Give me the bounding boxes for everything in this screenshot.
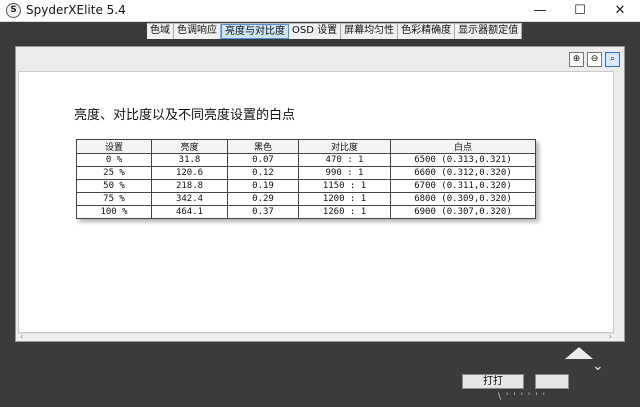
scroll-right-icon[interactable]: › [609, 332, 612, 341]
report-heading: 亮度、对比度以及不同亮度设置的白点 [74, 108, 296, 123]
secondary-button[interactable] [535, 374, 569, 389]
close-button[interactable]: ✕ [600, 0, 640, 22]
tab-1[interactable]: 色调响应 [174, 24, 221, 39]
chevron-down-icon: ⌄ [592, 358, 604, 374]
table-cell: 0.37 [227, 205, 299, 219]
tab-6[interactable]: 显示器额定值 [455, 24, 523, 39]
report-canvas: 亮度、对比度以及不同亮度设置的白点 设置 亮度 黑色 对比度 白点 0 % 31.8 0.0… [18, 71, 614, 333]
horizontal-scrollbar[interactable]: ‹ › [18, 332, 614, 341]
window-title: SpyderXElite 5.4 [26, 3, 126, 17]
title-bar: S SpyderXElite 5.4 — ☐ ✕ [0, 0, 640, 22]
zoom-toolbar: ⊕ ⊖ ⌕ [569, 52, 620, 67]
table-cell: 120.6 [151, 166, 228, 180]
column-header: 对比度 [298, 139, 391, 154]
table-cell: 31.8 [151, 153, 228, 167]
table-cell: 342.4 [151, 192, 228, 206]
table-cell: 1200 : 1 [298, 192, 391, 206]
table-cell: 6900 (0.307,0.320) [390, 205, 536, 219]
tab-strip: 色域 色调响应 亮度与对比度 OSD 设置 屏幕均匀性 色彩精确度 显示器额定值 [147, 23, 523, 39]
table-cell: 1260 : 1 [298, 205, 391, 219]
table-row: 75 % 342.4 0.29 1200 : 1 6800 (0.309,0.320) [76, 192, 536, 206]
table-cell: 990 : 1 [298, 166, 391, 180]
table-cell: 0.29 [227, 192, 299, 206]
print-button[interactable]: 打打 [462, 374, 524, 389]
zoom-fit-icon[interactable]: ⌕ [605, 52, 620, 67]
table-row: 0 % 31.8 0.07 470 : 1 6500 (0.313,0.321) [76, 153, 536, 167]
column-header: 黑色 [227, 139, 299, 154]
table-cell: 100 % [76, 205, 152, 219]
table-body: 0 % 31.8 0.07 470 : 1 6500 (0.313,0.321) 25 %… [76, 153, 536, 219]
table-cell: 470 : 1 [298, 153, 391, 167]
table-cell: 0.19 [227, 179, 299, 193]
report-panel: ⊕ ⊖ ⌕ 亮度、对比度以及不同亮度设置的白点 设置 亮度 黑色 对比度 白点 0 % 31.… [15, 46, 625, 342]
table-cell: 6700 (0.311,0.320) [390, 179, 536, 193]
table-cell: 6800 (0.309,0.320) [390, 192, 536, 206]
table-row: 100 % 464.1 0.37 1260 : 1 6900 (0.307,0.320) [76, 205, 536, 219]
table-cell: 1150 : 1 [298, 179, 391, 193]
table-cell: 6500 (0.313,0.321) [390, 153, 536, 167]
tab-2[interactable]: 亮度与对比度 [221, 24, 289, 39]
watermark: \ ' ' ' ' ' ' [498, 392, 547, 402]
scroll-left-icon[interactable]: ‹ [20, 332, 23, 341]
column-header: 白点 [390, 139, 536, 154]
maximize-button[interactable]: ☐ [560, 0, 600, 22]
column-header: 设置 [76, 139, 152, 154]
tab-4[interactable]: 屏幕均匀性 [341, 24, 399, 39]
column-header: 亮度 [151, 139, 228, 154]
table-cell: 0 % [76, 153, 152, 167]
brightness-table: 设置 亮度 黑色 对比度 白点 0 % 31.8 0.07 470 : 1 6500 (0.31… [76, 139, 536, 219]
tab-3[interactable]: OSD 设置 [289, 24, 342, 39]
table-cell: 6600 (0.312,0.320) [390, 166, 536, 180]
minimize-button[interactable]: — [520, 0, 560, 22]
table-cell: 0.12 [227, 166, 299, 180]
table-cell: 50 % [76, 179, 152, 193]
tab-0[interactable]: 色域 [147, 24, 174, 39]
table-header-row: 设置 亮度 黑色 对比度 白点 [76, 139, 536, 154]
decorative-shape [565, 347, 593, 359]
tab-5[interactable]: 色彩精确度 [398, 24, 456, 39]
table-row: 25 % 120.6 0.12 990 : 1 6600 (0.312,0.320) [76, 166, 536, 180]
app-logo-icon: S [6, 3, 21, 18]
zoom-out-icon[interactable]: ⊖ [587, 52, 602, 67]
table-cell: 464.1 [151, 205, 228, 219]
table-cell: 0.07 [227, 153, 299, 167]
table-cell: 218.8 [151, 179, 228, 193]
table-cell: 25 % [76, 166, 152, 180]
table-cell: 75 % [76, 192, 152, 206]
table-row: 50 % 218.8 0.19 1150 : 1 6700 (0.311,0.320) [76, 179, 536, 193]
zoom-in-icon[interactable]: ⊕ [569, 52, 584, 67]
